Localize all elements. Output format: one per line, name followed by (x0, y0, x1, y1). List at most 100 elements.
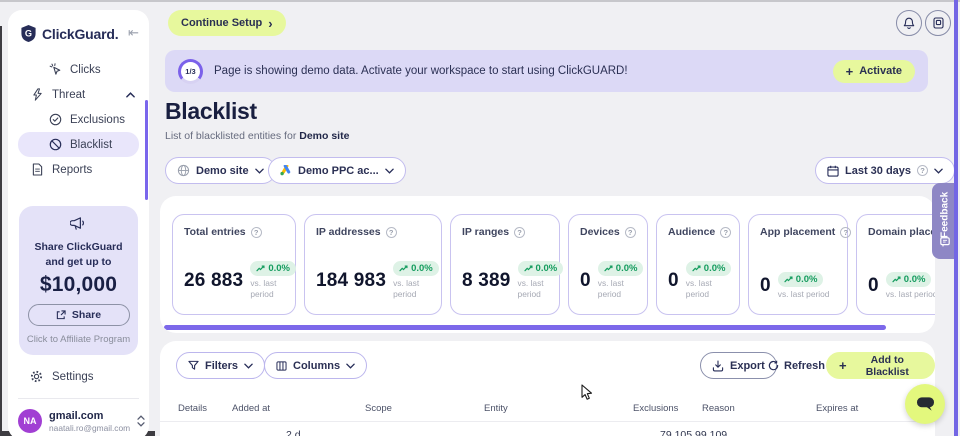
vs-label: vs. last period (598, 278, 640, 300)
sidebar-item-threat[interactable]: Threat (8, 82, 149, 107)
help-icon[interactable]: ? (625, 227, 636, 238)
svg-text:G: G (25, 29, 32, 39)
stats-cards-row: Total entries? 26 883 0.0% vs. last peri… (172, 214, 935, 315)
change-value: 0.0% (704, 263, 726, 274)
sidebar-item-clicks[interactable]: Clicks (8, 57, 149, 82)
page-subtitle-target: Demo site (299, 130, 349, 142)
collapse-sidebar-icon[interactable]: ⇤ (128, 27, 139, 40)
share-button[interactable]: Share (28, 304, 130, 326)
ppc-account-selector[interactable]: Demo PPC ac... (268, 157, 406, 184)
megaphone-icon (70, 216, 87, 231)
help-icon[interactable]: ? (514, 227, 525, 238)
sidebar-item-label: Exclusions (70, 114, 125, 126)
change-badge: 0.0% (598, 261, 644, 276)
trend-up-icon (692, 265, 701, 272)
chat-widget-button[interactable] (905, 384, 945, 424)
help-icon[interactable]: ? (386, 227, 397, 238)
trend-up-icon (892, 276, 901, 283)
cell-entity: 79.105.99.109 (660, 429, 727, 436)
add-to-blacklist-button[interactable]: + Add to Blacklist (826, 352, 935, 379)
sidebar-nav: Clicks Threat Exclusions (8, 57, 149, 182)
stat-card-ip-addresses: IP addresses? 184 983 0.0% vs. last peri… (304, 214, 442, 315)
stat-label: IP ranges (462, 226, 509, 238)
external-link-icon (56, 310, 66, 320)
plus-icon: + (839, 359, 847, 372)
change-value: 0.0% (268, 263, 290, 274)
sidebar-scrollbar[interactable] (145, 100, 148, 200)
trend-up-icon (784, 276, 793, 283)
docs-button[interactable] (925, 10, 951, 36)
activate-label: Activate (859, 65, 902, 77)
stat-label: Domain placement (868, 226, 935, 238)
help-icon[interactable]: ? (917, 165, 928, 176)
filters-button[interactable]: Filters (176, 352, 265, 379)
chevron-up-icon[interactable] (126, 92, 135, 98)
export-button[interactable]: Export (700, 352, 777, 379)
cell-added-at: 2 d (286, 429, 301, 436)
help-icon[interactable]: ? (840, 227, 851, 238)
help-icon[interactable]: ? (720, 227, 731, 238)
stat-label: Devices (580, 226, 620, 238)
user-name: gmail.com (49, 410, 130, 423)
refresh-button[interactable]: Refresh (768, 352, 825, 379)
promo-headline: Share ClickGuard and get up to (25, 240, 132, 269)
activate-button[interactable]: + Activate (833, 60, 915, 83)
chevron-updown-icon (137, 415, 145, 427)
user-menu[interactable]: NA gmail.com naatali.ro@gmail.com (8, 399, 149, 433)
document-icon (30, 163, 44, 176)
sidebar-item-settings[interactable]: Settings (8, 370, 149, 383)
refresh-label: Refresh (784, 360, 825, 372)
stat-value: 8 389 (462, 270, 511, 292)
banner-message: Page is showing demo data. Activate your… (214, 65, 628, 77)
chevron-down-icon (385, 168, 394, 174)
page-title: Blacklist (165, 98, 257, 125)
stat-card-audience: Audience? 0 0.0% vs. last period (656, 214, 740, 315)
change-value: 0.0% (796, 274, 818, 285)
book-icon (933, 17, 944, 29)
sidebar-item-reports[interactable]: Reports (8, 157, 149, 182)
trend-up-icon (399, 265, 408, 272)
column-header-entity: Entity (484, 403, 508, 414)
cursor-click-icon (48, 63, 62, 76)
sidebar-item-exclusions[interactable]: Exclusions (8, 107, 149, 132)
columns-button[interactable]: Columns (264, 352, 367, 379)
stat-label: Total entries (184, 226, 246, 238)
columns-label: Columns (293, 360, 340, 372)
change-badge: 0.0% (250, 261, 296, 276)
stat-card-domain-placement: Domain placement? 0 0.0% vs. last period (856, 214, 935, 315)
vertical-scrollbar[interactable] (954, 0, 958, 436)
plus-icon: + (846, 65, 854, 78)
chevron-down-icon (346, 363, 355, 369)
refresh-icon (768, 360, 779, 371)
chevron-down-icon (934, 168, 943, 174)
site-selector[interactable]: Demo site (165, 157, 276, 184)
stat-value: 26 883 (184, 270, 243, 292)
help-icon[interactable]: ? (251, 227, 262, 238)
date-range-selector[interactable]: Last 30 days ? (815, 157, 955, 184)
share-button-label: Share (72, 309, 101, 321)
stat-value: 0 (580, 270, 591, 292)
stat-label: App placement (760, 226, 835, 238)
chat-icon (916, 396, 935, 412)
affiliate-promo-card[interactable]: Share ClickGuard and get up to $10,000 S… (19, 206, 138, 355)
avatar: NA (18, 409, 42, 433)
change-badge: 0.0% (886, 272, 932, 287)
change-value: 0.0% (616, 263, 638, 274)
table-row[interactable]: 2 d 79.105.99.109 (160, 429, 935, 436)
horizontal-scrollbar[interactable] (164, 325, 886, 330)
column-header-details: Details (178, 403, 207, 414)
user-email: naatali.ro@gmail.com (49, 423, 130, 433)
vs-label: vs. last period (886, 289, 935, 300)
notifications-button[interactable] (896, 10, 922, 36)
filter-icon (188, 360, 199, 371)
sidebar-item-label: Reports (52, 164, 92, 176)
google-ads-icon (280, 165, 292, 176)
vs-label: vs. last period (778, 289, 830, 300)
setup-progress-ring: 1/3 (178, 59, 203, 84)
lightning-icon (30, 88, 44, 101)
sidebar-item-blacklist[interactable]: Blacklist (18, 132, 139, 157)
stat-value: 184 983 (316, 270, 386, 292)
continue-setup-button[interactable]: Continue Setup › (168, 10, 286, 36)
page-subtitle-text: List of blacklisted entities for (165, 130, 296, 142)
demo-data-banner: 1/3 Page is showing demo data. Activate … (165, 50, 928, 92)
